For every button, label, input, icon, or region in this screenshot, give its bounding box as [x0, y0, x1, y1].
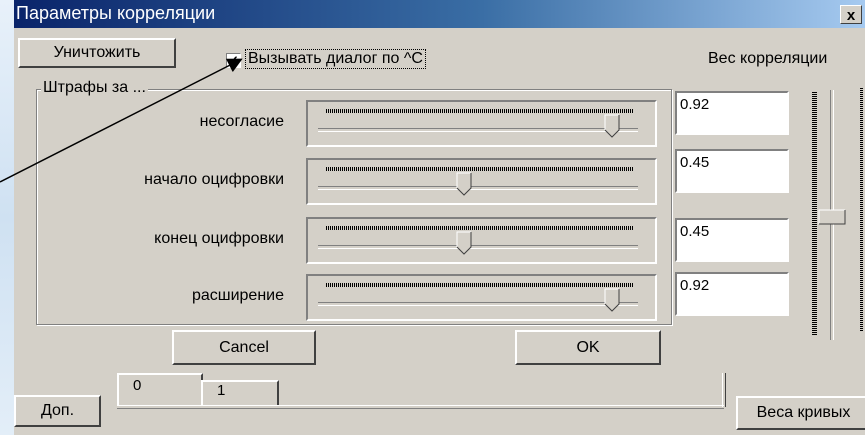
slider-track	[318, 128, 638, 132]
correlation-dialog: Параметры корреляции x Уничтожить ✓ Вызы…	[14, 0, 865, 435]
slider-ticks	[326, 167, 634, 171]
value-disagreement[interactable]: 0.92	[675, 91, 789, 135]
value-digitize-start[interactable]: 0.45	[675, 149, 789, 193]
penalties-group-title: Штрафы за ...	[41, 79, 148, 97]
destroy-button[interactable]: Уничтожить	[18, 38, 176, 68]
slider-expansion[interactable]	[306, 274, 657, 321]
ok-button[interactable]: OK	[515, 330, 661, 365]
slider-ticks	[326, 109, 634, 113]
cancel-button[interactable]: Cancel	[172, 330, 316, 365]
vertical-slider-ticks-right	[860, 88, 863, 332]
close-button[interactable]: x	[840, 5, 862, 24]
vertical-slider-thumb[interactable]	[818, 209, 846, 225]
slider-thumb[interactable]	[604, 288, 620, 312]
slider-thumb[interactable]	[456, 231, 472, 255]
slider-disagreement[interactable]	[306, 100, 657, 147]
call-dialog-checkbox[interactable]: ✓	[226, 53, 241, 68]
penalty-label-disagreement: несогласие	[199, 113, 284, 130]
tab-1[interactable]: 1	[201, 380, 279, 405]
background-area	[0, 0, 14, 435]
window-title: Параметры корреляции	[16, 3, 216, 23]
call-dialog-checkbox-label[interactable]: Вызывать диалог по ^C	[245, 49, 426, 69]
slider-track	[318, 186, 638, 190]
title-bar: Параметры корреляции x	[14, 0, 865, 28]
value-expansion[interactable]: 0.92	[675, 272, 789, 316]
slider-thumb[interactable]	[604, 114, 620, 138]
slider-ticks	[326, 226, 634, 230]
tab-panel-edge	[722, 373, 726, 407]
penalty-label-expansion: расширение	[191, 287, 284, 304]
vertical-slider-ticks	[812, 92, 817, 336]
tab-strip-baseline	[117, 405, 724, 409]
slider-digitize-start[interactable]	[306, 158, 657, 205]
slider-ticks	[326, 283, 634, 287]
penalty-label-digitize-start: начало оцифровки	[144, 171, 284, 188]
slider-thumb[interactable]	[456, 172, 472, 196]
slider-track	[318, 302, 638, 306]
curve-weights-button[interactable]: Веса кривых	[736, 396, 865, 430]
value-digitize-end[interactable]: 0.45	[675, 218, 789, 262]
slider-digitize-end[interactable]	[306, 217, 657, 264]
extra-button[interactable]: Доп.	[14, 395, 101, 427]
correlation-weight-label: Вес корреляции	[708, 50, 828, 67]
tab-0[interactable]: 0	[117, 373, 203, 405]
correlation-weight-slider[interactable]	[812, 88, 848, 340]
penalty-label-digitize-end: конец оцифровки	[154, 230, 284, 247]
slider-track	[318, 245, 638, 249]
